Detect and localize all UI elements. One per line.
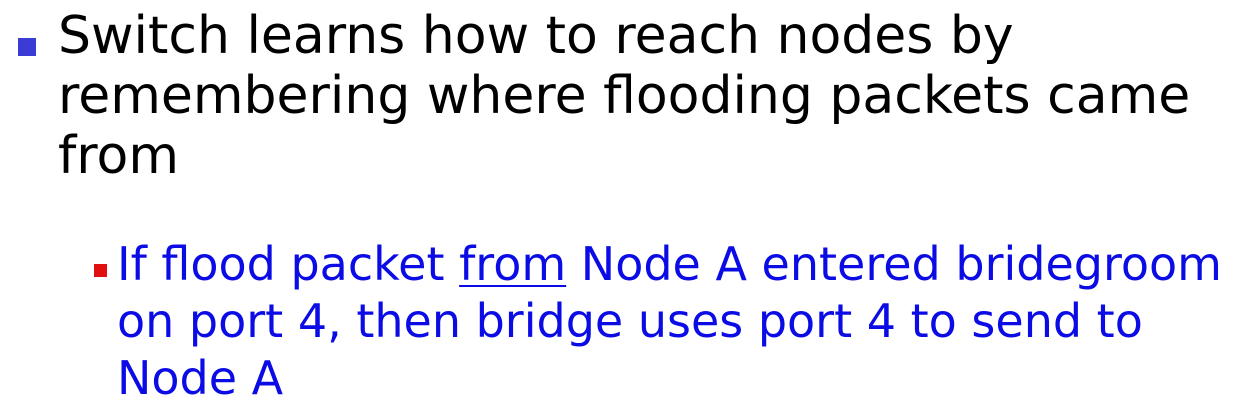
bullet-level1-line: Switch learns how to reach nodes by	[58, 6, 1014, 66]
slide: Switch learns how to reach nodes by reme…	[0, 0, 1251, 415]
bullet-square-icon	[18, 38, 36, 56]
text-run: If flood packet	[117, 237, 460, 291]
bullet-level2-line: If flood packet from Node A entered brid…	[117, 236, 1247, 293]
bullet-level1-text: Switch learns how to reach nodes by reme…	[58, 6, 1238, 186]
bullet-level2-line: Node A	[117, 351, 284, 405]
text-run: Node A entered bridegroom	[566, 237, 1222, 291]
bullet-level2-line: on port 4, then bridge uses port 4 to se…	[117, 294, 1143, 348]
bullet-level1-line: remembering where flooding packets came	[58, 66, 1191, 126]
bullet-level2-text: If flood packet from Node A entered brid…	[117, 236, 1247, 407]
underlined-word: from	[459, 237, 567, 291]
bullet-level1-line: from	[58, 126, 180, 186]
sub-bullet-square-icon	[94, 264, 107, 277]
